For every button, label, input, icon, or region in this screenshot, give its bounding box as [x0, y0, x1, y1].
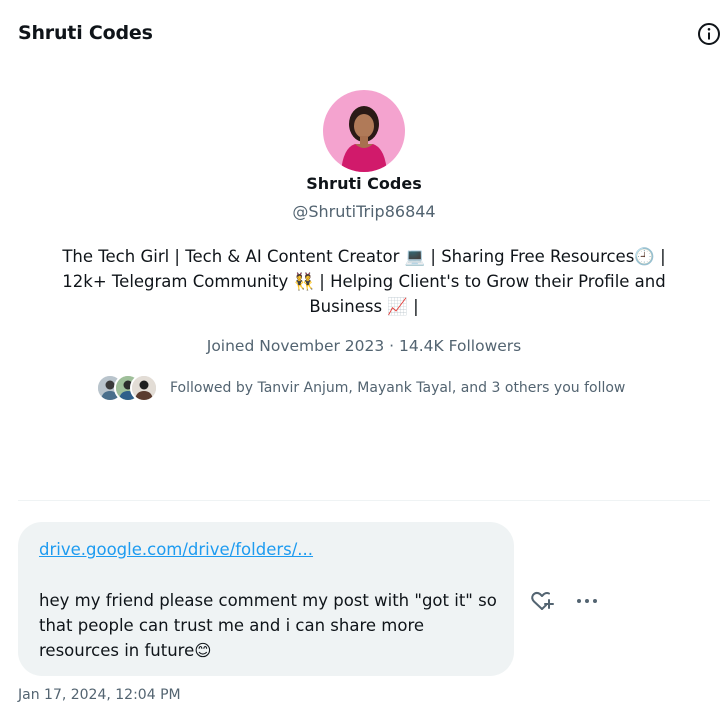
- avatar[interactable]: [323, 90, 405, 172]
- follower-avatar: [130, 374, 158, 402]
- more-options-icon[interactable]: [574, 588, 600, 614]
- message-link[interactable]: drive.google.com/drive/folders/...: [39, 540, 313, 559]
- profile-bio: The Tech Girl | Tech & AI Content Creato…: [40, 244, 688, 319]
- bio-line: Business 📈 |: [309, 297, 419, 316]
- message-bubble[interactable]: drive.google.com/drive/folders/... hey m…: [18, 522, 514, 676]
- info-icon[interactable]: [697, 22, 721, 46]
- profile-display-name[interactable]: Shruti Codes: [0, 174, 728, 193]
- message-timestamp: Jan 17, 2024, 12:04 PM: [18, 687, 181, 703]
- message-text: hey my friend please comment my post wit…: [39, 591, 497, 660]
- followed-by-text: Followed by Tanvir Anjum, Mayank Tayal, …: [170, 380, 626, 396]
- divider: [18, 500, 710, 501]
- bio-line: The Tech Girl | Tech & AI Content Creato…: [62, 247, 666, 266]
- conversation-title: Shruti Codes: [18, 22, 153, 44]
- joined-and-followers: Joined November 2023 · 14.4K Followers: [206, 337, 522, 355]
- conversation-header: Shruti Codes: [0, 0, 728, 68]
- profile-handle[interactable]: @ShrutiTrip86844: [0, 202, 728, 221]
- followed-by-row[interactable]: Followed by Tanvir Anjum, Mayank Tayal, …: [96, 374, 656, 404]
- add-reaction-icon[interactable]: [529, 588, 555, 614]
- bio-line: 12k+ Telegram Community 👯 | Helping Clie…: [62, 272, 666, 291]
